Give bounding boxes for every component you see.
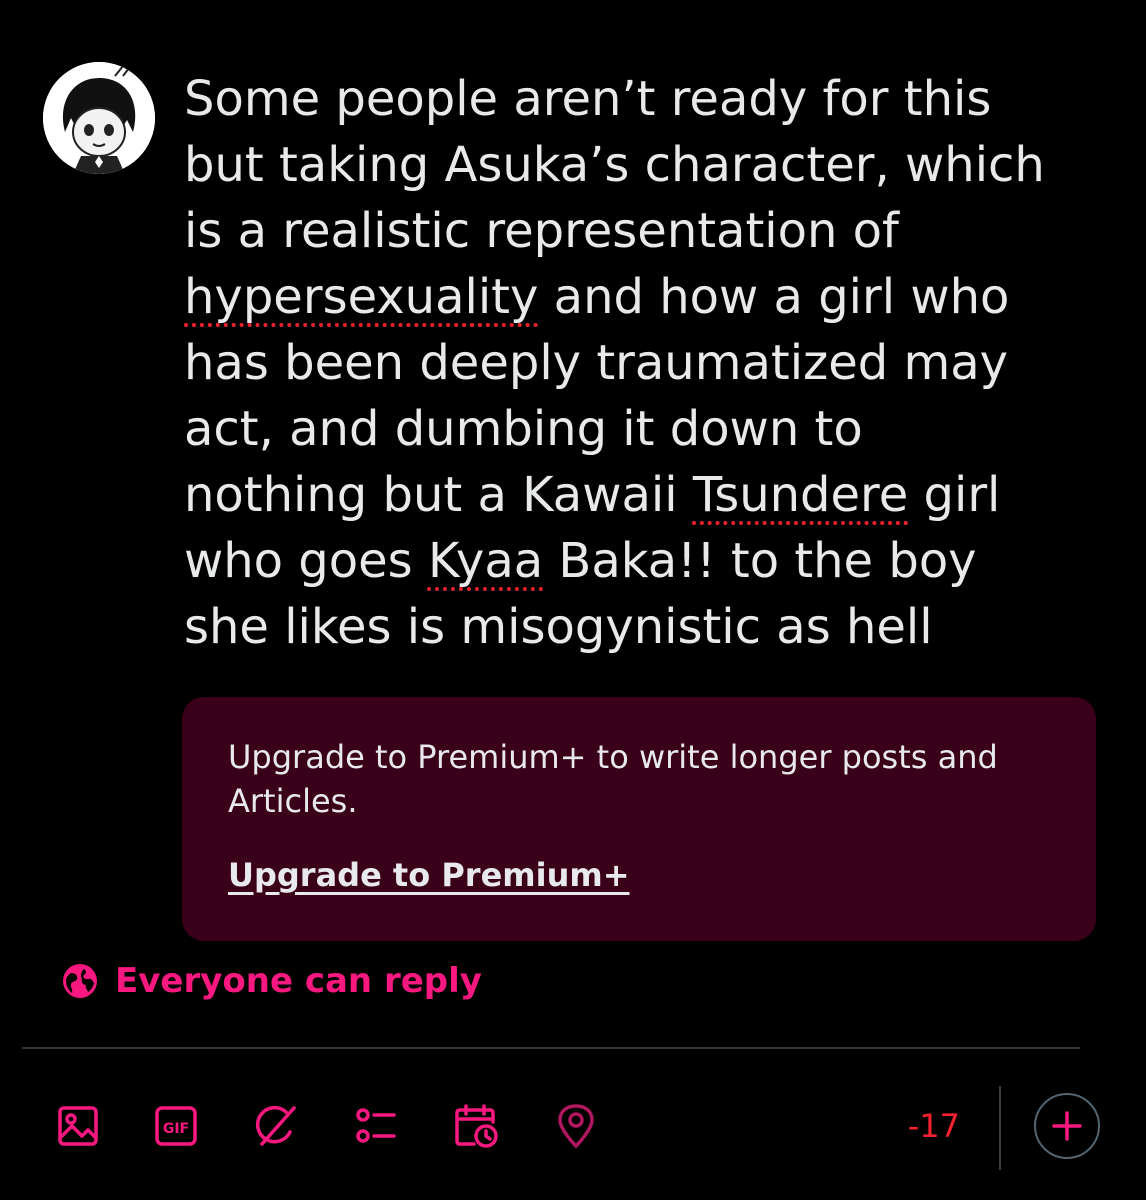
misspelled-word[interactable]: Tsundere — [693, 467, 908, 523]
misspelled-word[interactable]: Kyaa — [428, 533, 543, 589]
upgrade-premium-link[interactable]: Upgrade to Premium+ — [228, 853, 630, 897]
gif-icon[interactable]: GIF — [152, 1102, 200, 1150]
character-count: -17 — [907, 1107, 960, 1145]
premium-upsell-box: Upgrade to Premium+ to write longer post… — [182, 697, 1096, 941]
add-post-button[interactable] — [1034, 1093, 1100, 1159]
gif-icon-text: GIF — [163, 1121, 189, 1137]
post-text-segment: girl — [908, 467, 1001, 523]
post-line: but taking Asuka’s character, which — [184, 137, 1045, 193]
misspelled-word[interactable]: hypersexuality — [184, 269, 538, 325]
post-text-segment: nothing but a Kawaii — [184, 467, 693, 523]
post-text-segment: Baka!! to the boy — [543, 533, 977, 589]
globe-icon — [60, 961, 100, 1001]
post-text-segment: and how a girl who — [538, 269, 1010, 325]
grok-icon[interactable] — [252, 1102, 300, 1150]
image-icon[interactable] — [54, 1102, 102, 1150]
reply-setting-label: Everyone can reply — [115, 961, 482, 1001]
post-line: hypersexuality and how a girl who — [184, 264, 1114, 330]
post-line: who goes Kyaa Baka!! to the boy — [184, 528, 1114, 594]
post-line: has been deeply traumatized may — [184, 335, 1009, 391]
divider — [22, 1047, 1080, 1049]
post-text-segment: who goes — [184, 533, 428, 589]
reply-setting-button[interactable]: Everyone can reply — [60, 958, 482, 1004]
avatar-image — [43, 62, 155, 174]
avatar[interactable] — [43, 62, 155, 174]
plus-icon — [1052, 1111, 1082, 1141]
post-line: nothing but a Kawaii Tsundere girl — [184, 462, 1114, 528]
post-line: act, and dumbing it down to — [184, 401, 863, 457]
post-text[interactable]: Some people aren’t ready for this but ta… — [184, 66, 1114, 660]
toolbar-separator — [999, 1086, 1001, 1170]
location-icon — [552, 1102, 600, 1150]
post-line: is a realistic representation of — [184, 203, 899, 259]
post-line: she likes is misogynistic as hell — [184, 599, 933, 655]
poll-icon[interactable] — [352, 1102, 400, 1150]
premium-message: Upgrade to Premium+ to write longer post… — [228, 738, 998, 820]
schedule-icon[interactable] — [452, 1102, 500, 1150]
post-line: Some people aren’t ready for this — [184, 71, 992, 127]
